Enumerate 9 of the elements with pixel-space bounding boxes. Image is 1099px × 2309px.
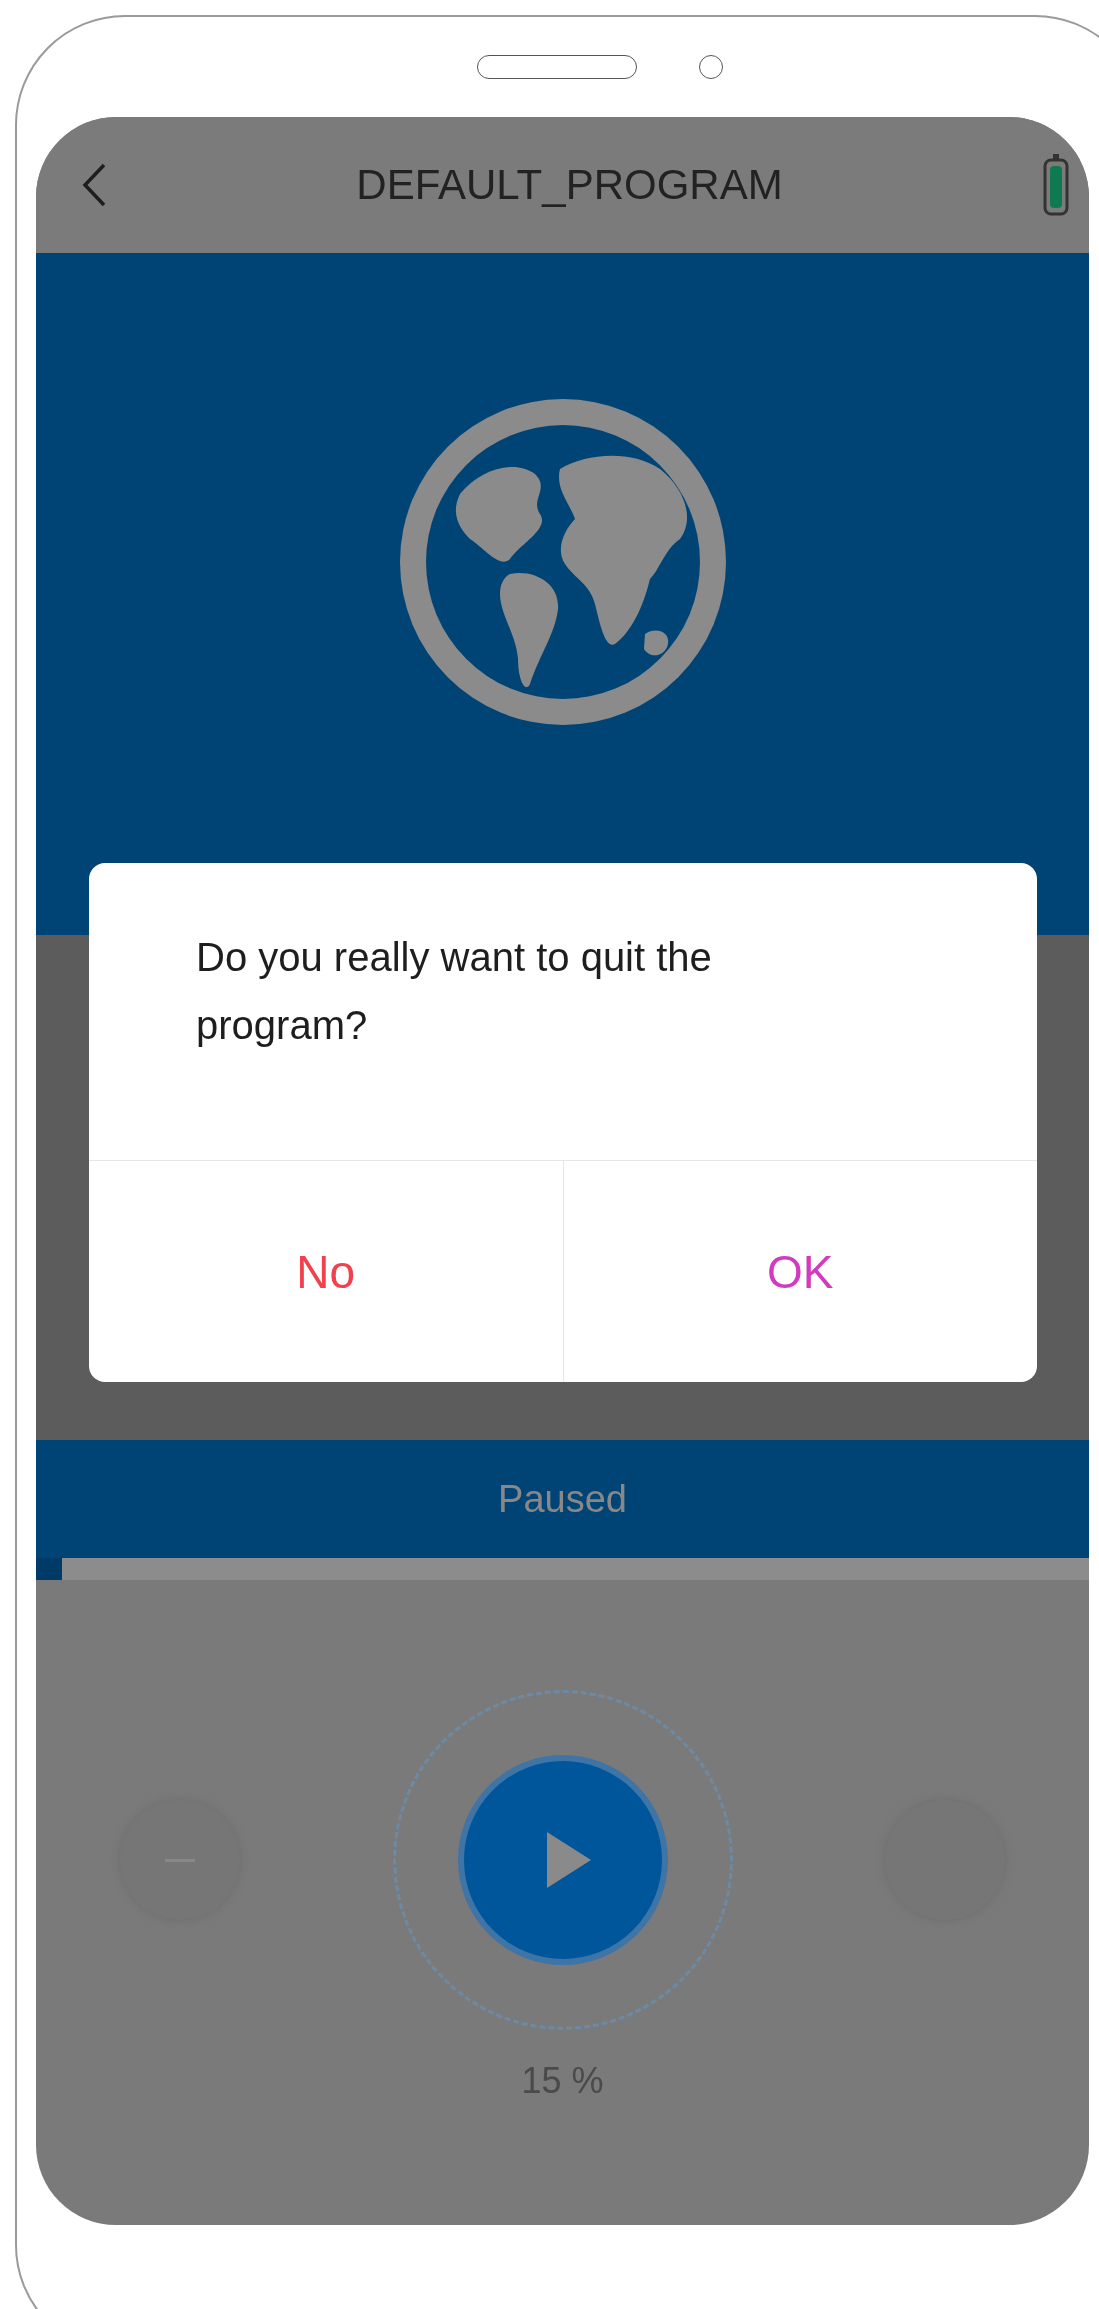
status-label: Paused [498, 1477, 627, 1521]
dialog-button[interactable]: No [89, 1161, 563, 1382]
globe-icon [399, 399, 726, 725]
battery-icon [1043, 154, 1069, 216]
dialog-message: Do you really want to quit the program? [195, 934, 713, 1049]
play-icon [546, 1832, 591, 1888]
back-icon[interactable] [82, 163, 106, 207]
program-title: DEFAULT_PROGRAM [355, 161, 784, 209]
dialog-button[interactable]: OK [562, 1161, 1037, 1382]
